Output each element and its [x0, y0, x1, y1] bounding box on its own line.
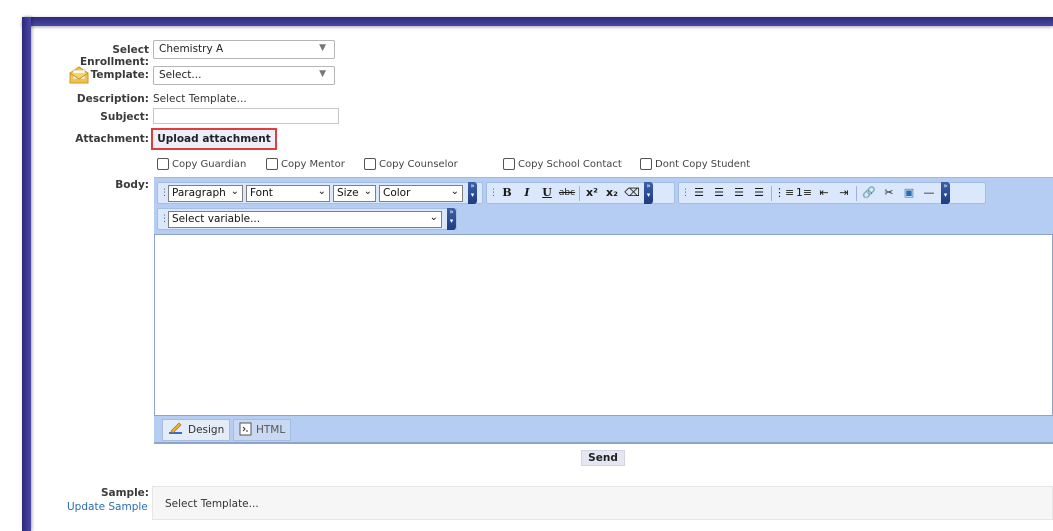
color-select[interactable]: Color ⌄: [379, 184, 463, 202]
toolbar-overflow-icon[interactable]: » ▾: [447, 208, 456, 230]
numbered-list-icon[interactable]: 1≡: [794, 184, 814, 202]
copy-school-contact-checkbox[interactable]: Copy School Contact: [503, 157, 622, 171]
subject-input[interactable]: [153, 108, 339, 124]
copy-mentor-checkbox[interactable]: Copy Mentor: [266, 157, 345, 171]
copy-counselor-checkbox[interactable]: Copy Counselor: [364, 157, 458, 171]
tab-design-label: Design: [188, 424, 225, 436]
paragraph-select[interactable]: Paragraph ⌄: [168, 184, 243, 202]
variable-select[interactable]: Select variable... ⌄: [168, 210, 442, 228]
dont-copy-student-label: Dont Copy Student: [655, 158, 751, 170]
indent-icon[interactable]: ⇥: [834, 184, 854, 202]
align-left-icon[interactable]: ☰: [689, 184, 709, 202]
copy-school-contact-label: Copy School Contact: [518, 158, 622, 170]
subscript-icon[interactable]: x₂: [602, 184, 622, 202]
toolbar-overflow-icon[interactable]: » ▾: [644, 182, 653, 204]
checkbox-box[interactable]: [157, 158, 169, 170]
underline-icon[interactable]: U: [537, 184, 557, 202]
toolbar-separator: [771, 185, 772, 201]
font-select[interactable]: Font ⌄: [246, 184, 330, 202]
grip-icon[interactable]: ⋮: [681, 185, 690, 201]
send-button[interactable]: Send: [581, 450, 625, 466]
sample-label: Sample:: [100, 487, 149, 499]
chevron-down-icon: ⌄: [450, 185, 459, 197]
checkbox-box[interactable]: [640, 158, 652, 170]
toolbar-separator: [579, 185, 580, 201]
italic-icon[interactable]: I: [517, 184, 537, 202]
dropdown-arrow-icon: ▼: [319, 43, 326, 53]
template-select[interactable]: Select... ▼: [153, 66, 335, 85]
envelope-icon: [68, 65, 90, 85]
toolbar-overflow-icon[interactable]: » ▾: [941, 182, 950, 204]
checkbox-box[interactable]: [503, 158, 515, 170]
eraser-icon[interactable]: ⌫: [622, 184, 642, 202]
text-style-toolbar-group: ⋮ B I U abc x² x₂ ⌫ » ▾: [486, 182, 675, 204]
tab-html[interactable]: HTML: [233, 419, 292, 441]
variable-toolbar-group: ⋮ Select variable... ⌄ » ▾: [157, 208, 457, 230]
body-label: Body:: [115, 179, 149, 191]
enrollment-value: Chemistry A: [159, 43, 224, 55]
html-page-icon: [239, 422, 252, 439]
color-select-label: Color: [383, 186, 411, 199]
insert-image-icon[interactable]: ▣: [899, 184, 919, 202]
editor-toolbar: ⋮ Paragraph ⌄ Font ⌄ Size ⌄ Color ⌄ » ▾ ⋮ B I…: [154, 177, 1053, 234]
editor-mode-bar: Design HTML: [154, 416, 1053, 444]
align-right-icon[interactable]: ☰: [709, 184, 729, 202]
copy-guardian-label: Copy Guardian: [172, 158, 247, 170]
upload-attachment-button[interactable]: Upload attachment: [151, 128, 277, 150]
size-select-label: Size: [337, 186, 359, 199]
variable-select-label: Select variable...: [172, 212, 261, 225]
dropdown-arrow-icon: ▼: [319, 69, 326, 79]
horizontal-rule-icon[interactable]: —: [919, 184, 939, 202]
insert-link-icon[interactable]: 🔗: [859, 184, 879, 202]
grip-icon[interactable]: ⋮: [489, 185, 498, 201]
tab-html-label: HTML: [256, 424, 286, 436]
paragraph-toolbar-group: ⋮ ☰ ☰ ☰ ☰ ⋮≡ 1≡ ⇤ ⇥ 🔗 ✂ ▣ — » ▾: [678, 182, 986, 204]
design-pencil-icon: [168, 422, 184, 439]
template-value: Select...: [159, 69, 202, 81]
body-editor[interactable]: [154, 234, 1053, 416]
checkbox-box[interactable]: [266, 158, 278, 170]
template-label: Template:: [90, 69, 149, 81]
outdent-icon[interactable]: ⇤: [814, 184, 834, 202]
window-frame-top: [22, 17, 1053, 26]
size-select[interactable]: Size ⌄: [333, 184, 376, 202]
grip-icon[interactable]: ⋮: [160, 211, 169, 227]
chevron-down-icon: ⌄: [317, 185, 326, 197]
enrollment-label: Select Enrollment:: [80, 44, 149, 68]
grip-icon[interactable]: ⋮: [160, 185, 169, 201]
sample-preview: Select Template...: [152, 486, 1053, 520]
sample-content: Select Template...: [165, 498, 259, 510]
attachment-label: Attachment:: [75, 133, 149, 145]
strikethrough-icon[interactable]: abc: [557, 184, 577, 202]
bold-icon[interactable]: B: [497, 184, 517, 202]
remove-link-icon[interactable]: ✂: [879, 184, 899, 202]
description-value: Select Template...: [153, 93, 247, 105]
copy-counselor-label: Copy Counselor: [379, 158, 458, 170]
update-sample-link[interactable]: Update Sample: [67, 501, 148, 513]
toolbar-overflow-icon[interactable]: » ▾: [468, 182, 477, 204]
chevron-down-icon: ⌄: [230, 185, 239, 197]
copy-mentor-label: Copy Mentor: [281, 158, 345, 170]
superscript-icon[interactable]: x²: [582, 184, 602, 202]
bullet-list-icon[interactable]: ⋮≡: [774, 184, 794, 202]
toolbar-separator: [856, 185, 857, 201]
dont-copy-student-checkbox[interactable]: Dont Copy Student: [640, 157, 750, 171]
description-label: Description:: [76, 93, 149, 105]
window-frame-left: [22, 17, 31, 531]
tab-design[interactable]: Design: [162, 419, 231, 441]
align-center-icon[interactable]: ☰: [729, 184, 749, 202]
chevron-down-icon: ⌄: [363, 185, 372, 197]
enrollment-select[interactable]: Chemistry A ▼: [153, 40, 335, 59]
copy-guardian-checkbox[interactable]: Copy Guardian: [157, 157, 246, 171]
chevron-down-icon: ⌄: [429, 211, 438, 223]
align-justify-icon[interactable]: ☰: [749, 184, 769, 202]
paragraph-select-label: Paragraph: [172, 186, 226, 199]
format-toolbar-group: ⋮ Paragraph ⌄ Font ⌄ Size ⌄ Color ⌄ » ▾: [157, 182, 483, 204]
font-select-label: Font: [250, 186, 273, 199]
subject-label: Subject:: [100, 111, 149, 123]
checkbox-box[interactable]: [364, 158, 376, 170]
